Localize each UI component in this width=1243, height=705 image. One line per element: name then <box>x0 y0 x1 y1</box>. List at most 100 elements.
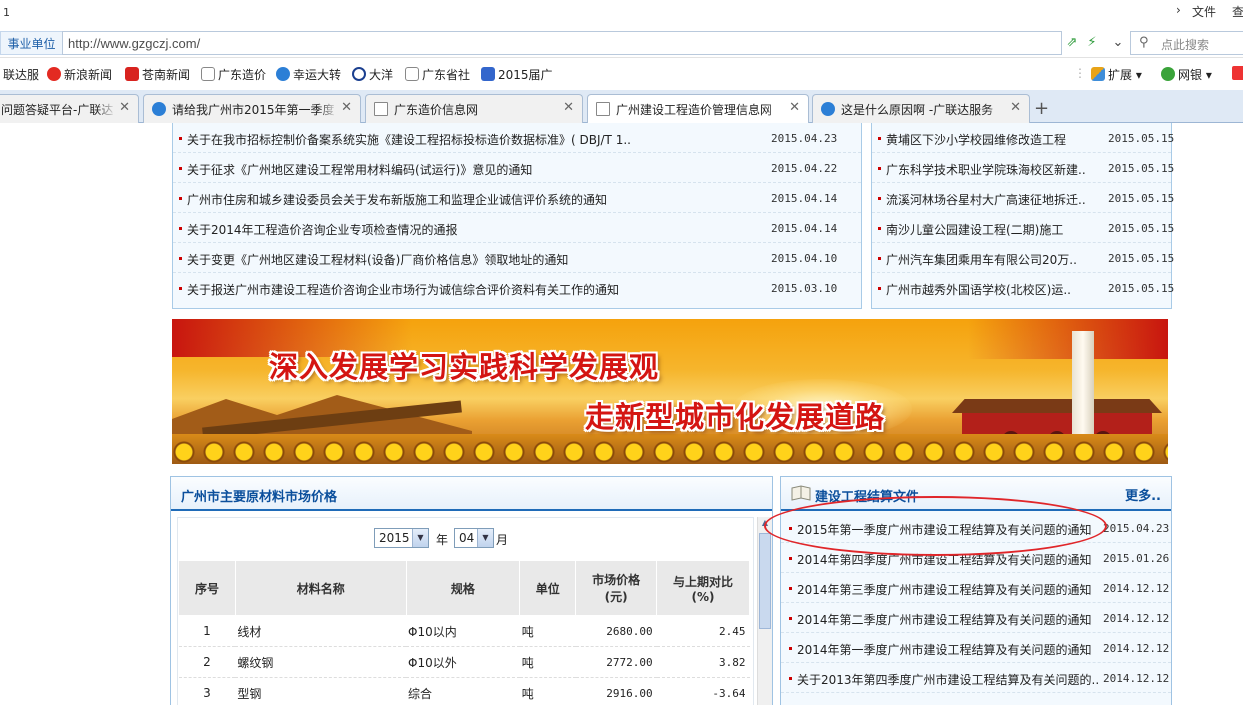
news-title[interactable]: 关于报送广州市建设工程造价咨询企业市场行为诚信综合评价资料有关工作的通知 <box>187 281 619 298</box>
close-icon[interactable]: ✕ <box>563 100 574 115</box>
tab-label: 广州建设工程造价管理信息网 <box>616 103 773 117</box>
news-title[interactable]: 关于在我市招标控制价备案系统实施《建设工程招标投标造价数据标准》( DBJ/T … <box>187 131 631 148</box>
list-item[interactable]: 流溪河林场谷星村大广高速征地拆迁.. 2015.05.15 <box>872 183 1174 213</box>
new-tab-button[interactable]: + <box>1034 98 1049 119</box>
settlement-date: 2015.04.23 <box>1103 522 1170 535</box>
banner-slogan-line1: 深入发展学习实践科学发展观 <box>269 350 660 384</box>
fav-item-3[interactable]: 苍南新闻 <box>125 66 190 83</box>
page-icon <box>596 102 610 116</box>
fav-item-8[interactable]: 2015届广 <box>481 66 553 83</box>
close-icon[interactable]: ✕ <box>1010 100 1021 115</box>
news-title[interactable]: 广州市住房和城乡建设委员会关于发布新版施工和监理企业诚信评价系统的通知 <box>187 191 607 208</box>
settlement-title[interactable]: 关于2013年第四季度广州市建设工程结算及有关问题的.. <box>797 671 1099 688</box>
year-select[interactable]: 2015 ▼ <box>374 528 429 548</box>
notice-list: 关于在我市招标控制价备案系统实施《建设工程招标投标造价数据标准》( DBJ/T … <box>172 123 862 309</box>
year-label: 年 <box>436 533 449 547</box>
list-item[interactable]: 广东科学技术职业学院珠海校区新建.. 2015.05.15 <box>872 153 1174 183</box>
bullet-icon <box>878 227 881 230</box>
list-item[interactable]: 关于在我市招标控制价备案系统实施《建设工程招标投标造价数据标准》( DBJ/T … <box>173 123 861 153</box>
tab-4-active[interactable]: 广州建设工程造价管理信息网 ✕ <box>587 94 809 124</box>
list-item[interactable]: 2014年第一季度广州市建设工程结算及有关问题的通知 2014.12.12 <box>781 633 1171 663</box>
project-title[interactable]: 流溪河林场谷星村大广高速征地拆迁.. <box>886 191 1086 208</box>
cell-spec: Φ10以外 <box>406 646 520 678</box>
list-item[interactable]: 广州市越秀外国语学校(北校区)运.. 2015.05.15 <box>872 273 1174 303</box>
ebank-button[interactable]: 网银 ▾ <box>1161 66 1212 83</box>
close-icon[interactable]: ✕ <box>341 100 352 115</box>
list-item[interactable]: 2014年第二季度广州市建设工程结算及有关问题的通知 2014.12.12 <box>781 603 1171 633</box>
site-category-label[interactable]: 事业单位 <box>0 31 62 55</box>
slogan-banner[interactable]: 深入发展学习实践科学发展观 走新型城市化发展道路 <box>172 319 1168 464</box>
fav-item-4[interactable]: 广东造价 <box>201 66 266 83</box>
project-title[interactable]: 广东科学技术职业学院珠海校区新建.. <box>886 161 1086 178</box>
news-date: 2015.04.10 <box>771 252 838 265</box>
project-title[interactable]: 广州汽车集团乘用车有限公司20万.. <box>886 251 1077 268</box>
fav-item-1[interactable]: 联达服 <box>3 66 39 83</box>
tab-2[interactable]: 请给我广州市2015年第一季度 ✕ <box>143 94 361 123</box>
list-item[interactable]: 关于征求《广州地区建设工程常用材料编码(试运行)》意见的通知 2015.04.22 <box>173 153 861 183</box>
price-table: 序号 材料名称 规格 单位 市场价格 (元) 与上期对比 (%) 1 线材 Φ10以… <box>178 560 750 705</box>
list-item[interactable]: 黄埔区下沙小学校园维修改造工程 2015.05.15 <box>872 123 1174 153</box>
menu-view[interactable]: 查 <box>1232 3 1243 20</box>
bullet-icon <box>878 287 881 290</box>
project-title[interactable]: 广州市越秀外国语学校(北校区)运.. <box>886 281 1071 298</box>
list-item[interactable]: 2014年第三季度广州市建设工程结算及有关问题的通知 2014.12.12 <box>781 573 1171 603</box>
close-icon[interactable]: ✕ <box>789 100 800 115</box>
bullet-icon <box>878 257 881 260</box>
tab-1[interactable]: 问题答疑平台-广联达 ✕ <box>0 94 139 123</box>
page-icon <box>374 102 388 116</box>
url-input[interactable]: http://www.gzgczj.com/ <box>62 31 1062 55</box>
tab-fade <box>987 95 1007 123</box>
col-spec: 规格 <box>405 560 521 616</box>
url-text: http://www.gzgczj.com/ <box>68 36 201 51</box>
search-input[interactable]: ⚲ 点此搜索 <box>1130 31 1243 55</box>
yen-icon <box>1161 67 1175 81</box>
list-item[interactable]: 南沙儿童公园建设工程(二期)施工 2015.05.15 <box>872 213 1174 243</box>
chevron-right-icon[interactable]: › <box>1176 3 1181 17</box>
month-select[interactable]: 04 ▼ <box>454 528 494 548</box>
table-row: 1 线材 Φ10以内 吨 2680.00 2.45 <box>178 615 750 647</box>
weibo-icon <box>47 67 61 81</box>
fav-item-7[interactable]: 广东省社 <box>405 66 470 83</box>
cell-change: 3.82 <box>656 646 750 678</box>
cell-unit: 吨 <box>519 615 576 647</box>
news-title[interactable]: 关于2014年工程造价咨询企业专项检查情况的通报 <box>187 221 458 238</box>
tab-3[interactable]: 广东造价信息网 ✕ <box>365 94 583 123</box>
share-icon[interactable]: ⇗ <box>1064 35 1080 51</box>
news-title[interactable]: 关于征求《广州地区建设工程常用材料编码(试运行)》意见的通知 <box>187 161 532 178</box>
list-item[interactable]: 关于变更《广州地区建设工程材料(设备)厂商价格信息》领取地址的通知 2015.04… <box>173 243 861 273</box>
settlement-title[interactable]: 2014年第三季度广州市建设工程结算及有关问题的通知 <box>797 581 1092 598</box>
tab-bar: 问题答疑平台-广联达 ✕ 请给我广州市2015年第一季度 ✕ 广东造价信息网 ✕… <box>0 90 1243 124</box>
puzzle-icon <box>1091 67 1105 81</box>
settlement-title[interactable]: 2014年第一季度广州市建设工程结算及有关问题的通知 <box>797 641 1092 658</box>
col-price: 市场价格 (元) <box>575 560 658 616</box>
chevron-down-icon[interactable]: ⌄ <box>1110 35 1126 51</box>
project-title[interactable]: 南沙儿童公园建设工程(二期)施工 <box>886 221 1063 238</box>
sunflower-decoration <box>172 434 1168 464</box>
project-title[interactable]: 黄埔区下沙小学校园维修改造工程 <box>886 131 1066 148</box>
settlement-title[interactable]: 2014年第二季度广州市建设工程结算及有关问题的通知 <box>797 611 1092 628</box>
fav-item-5[interactable]: 幸运大转 <box>276 66 341 83</box>
lightning-icon[interactable]: ⚡ <box>1084 35 1100 51</box>
ad-icon[interactable] <box>1232 66 1243 80</box>
list-item[interactable]: 关于2013年第四季度广州市建设工程结算及有关问题的.. 2014.12.12 <box>781 663 1171 693</box>
menu-file[interactable]: 文件 <box>1192 3 1216 20</box>
list-item[interactable]: 关于2014年工程造价咨询企业专项检查情况的通报 2015.04.14 <box>173 213 861 243</box>
extensions-button[interactable]: 扩展 ▾ <box>1091 66 1142 83</box>
bullet-icon <box>789 617 792 620</box>
vertical-scrollbar[interactable]: ▲ <box>757 517 772 705</box>
red-highlight-ellipse <box>764 496 1107 556</box>
close-icon[interactable]: ✕ <box>119 100 130 115</box>
news-date: 2015.04.22 <box>771 162 838 175</box>
fav-item-6[interactable]: 大洋 <box>352 66 393 83</box>
tab-5[interactable]: 这是什么原因啊 -广联达服务 ✕ <box>812 94 1030 123</box>
more-link[interactable]: 更多.. <box>1125 485 1161 504</box>
list-item[interactable]: 关于报送广州市建设工程造价咨询企业市场行为诚信综合评价资料有关工作的通知 2015… <box>173 273 861 303</box>
cell-spec: Φ10以内 <box>406 615 520 647</box>
fav-item-2[interactable]: 新浪新闻 <box>47 66 112 83</box>
col-no: 序号 <box>178 560 236 616</box>
scroll-thumb[interactable] <box>759 533 771 629</box>
bullet-icon <box>789 647 792 650</box>
news-title[interactable]: 关于变更《广州地区建设工程材料(设备)厂商价格信息》领取地址的通知 <box>187 251 568 268</box>
list-item[interactable]: 广州市住房和城乡建设委员会关于发布新版施工和监理企业诚信评价系统的通知 2015.… <box>173 183 861 213</box>
list-item[interactable]: 广州汽车集团乘用车有限公司20万.. 2015.05.15 <box>872 243 1174 273</box>
